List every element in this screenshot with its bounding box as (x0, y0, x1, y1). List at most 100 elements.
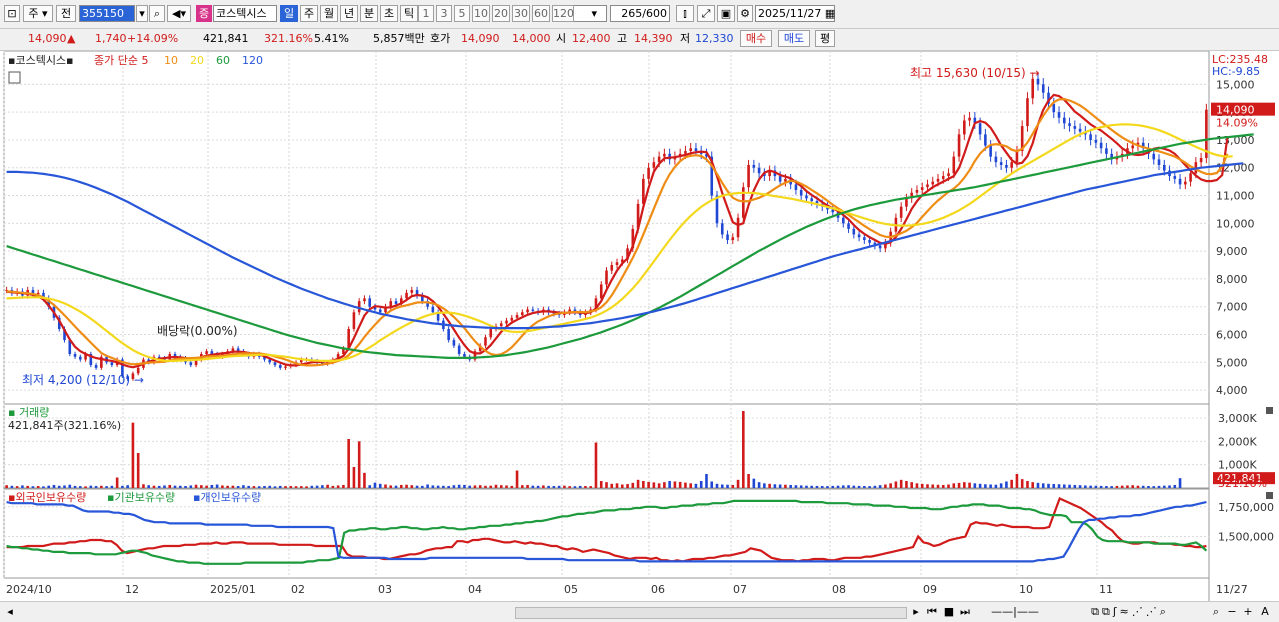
vol-bar-111 (589, 486, 593, 488)
vol-bar-188 (994, 484, 998, 488)
horizontal-scrollbar[interactable] (515, 607, 907, 619)
vol-bar-213 (1126, 485, 1129, 488)
interval-button-5[interactable]: 5 (454, 5, 470, 22)
vol-bar-113 (599, 481, 603, 488)
vol-bar-39 (210, 484, 214, 488)
vol-bar-181 (957, 482, 961, 488)
vol-bar-152 (805, 485, 808, 488)
period-tab-0[interactable]: 일 (280, 5, 298, 22)
period-tab-3[interactable]: 년 (340, 5, 358, 22)
vol-bar-84 (447, 486, 450, 488)
legend-item-3: 60 (216, 54, 230, 67)
eval-button[interactable]: 평 (815, 30, 835, 47)
stock-code-input[interactable]: 355150 (79, 5, 135, 22)
mode-select[interactable]: 주 ▾ (23, 5, 53, 22)
candle-body-94 (499, 323, 503, 327)
interval-button-3[interactable]: 3 (436, 5, 452, 22)
period-tab-4[interactable]: 분 (360, 5, 378, 22)
x-tick-6: 05 (564, 583, 578, 596)
extra-select[interactable]: ▾ (571, 5, 607, 22)
vol-bar-30 (163, 485, 166, 488)
high-value: 14,390 (634, 32, 673, 45)
save-icon[interactable]: ▣ (717, 5, 735, 22)
vol-bar-130 (689, 483, 692, 488)
panel-minimize-icon-0 (1266, 407, 1273, 414)
interval-button-120[interactable]: 120 (552, 5, 574, 22)
interval-button-20[interactable]: 20 (492, 5, 510, 22)
vol-bar-28 (152, 485, 156, 488)
vol-bar-51 (273, 486, 277, 488)
vol-bar-82 (436, 485, 440, 488)
vol-bar-192 (1015, 474, 1019, 488)
count-field[interactable]: 265/600 (610, 5, 670, 22)
vol-bar-48 (257, 486, 261, 488)
hold-legend-1: ▪기관보유수량 (107, 491, 175, 504)
legend-item-2: 20 (190, 54, 204, 67)
legend-item-0: 종가 단순 5 (94, 54, 148, 67)
vol-bar-106 (563, 485, 566, 488)
scroll-left-icon[interactable]: ◂ (4, 604, 16, 619)
vol-bar-40 (215, 484, 219, 488)
price-tick-8: 7,000 (1216, 301, 1248, 314)
sell-button[interactable]: 매도 (778, 30, 810, 47)
zoom-in-icon[interactable]: + (1242, 604, 1254, 619)
date-field[interactable]: 2025/11/27 ▦ (755, 5, 835, 22)
magnifier-icon[interactable]: ⌕ (1208, 604, 1224, 619)
candle-body-141 (747, 164, 750, 188)
vol-bar-184 (973, 483, 977, 488)
stop-icon[interactable]: ■ (942, 604, 956, 619)
vol-bar-207 (1094, 485, 1098, 488)
vol-bar-56 (300, 486, 303, 488)
tool-icons[interactable]: ⧉⧉ʃ≈⋰⋰⌕ (1055, 604, 1205, 619)
period-tab-2[interactable]: 월 (320, 5, 338, 22)
vol-bar-95 (505, 485, 508, 488)
candle-body-153 (810, 198, 814, 202)
speaker-icon[interactable]: ◀▾ (167, 5, 191, 22)
draw-icon[interactable]: ⤢ (697, 5, 715, 22)
play-icon[interactable]: ▸ (910, 604, 922, 619)
period-tab-6[interactable]: 틱 (400, 5, 418, 22)
vol-bar-186 (984, 484, 987, 488)
candle-body-194 (1026, 98, 1029, 127)
period-tab-1[interactable]: 주 (300, 5, 318, 22)
vol-bar-16 (89, 485, 93, 488)
mode2-button[interactable]: 전 (56, 5, 76, 22)
vol-bar-214 (1131, 485, 1135, 488)
vol-bar-43 (231, 485, 235, 488)
interval-button-10[interactable]: 10 (472, 5, 490, 22)
vol-tick-1: 2,000K (1218, 435, 1257, 448)
interval-button-1[interactable]: 1 (418, 5, 434, 22)
vol-bar-62 (331, 485, 335, 488)
candle-body-161 (852, 228, 856, 235)
chevron-down-icon[interactable]: ▾ (136, 5, 148, 22)
font-size-icon[interactable]: A (1258, 604, 1272, 619)
buy-button[interactable]: 매수 (740, 30, 772, 47)
x-tick-7: 06 (651, 583, 665, 596)
interval-button-60[interactable]: 60 (532, 5, 550, 22)
vol-bar-41 (221, 485, 224, 488)
zoom-out-icon[interactable]: − (1226, 604, 1238, 619)
candle-body-171 (905, 198, 908, 207)
vol-bar-199 (1052, 484, 1056, 488)
candle-icon[interactable]: ⫾ (676, 5, 694, 22)
stock-chart[interactable]: 15,00014,00013,00012,00011,00010,0009,00… (0, 51, 1279, 601)
candle-body-204 (1078, 128, 1082, 132)
period-tab-5[interactable]: 초 (380, 5, 398, 22)
grid-toggle-icon (8, 71, 21, 84)
interval-button-30[interactable]: 30 (512, 5, 530, 22)
candle-body-100 (531, 309, 535, 311)
chart-title-label: ▪코스텍시스▪ (8, 54, 74, 67)
candle-body-224 (1184, 181, 1187, 185)
vol-bar-164 (868, 486, 871, 488)
vol-bar-11 (63, 485, 66, 488)
rewind-icon[interactable]: ⏮ (925, 604, 939, 619)
search-icon[interactable]: ⌕ (149, 5, 165, 22)
zoom-slider[interactable]: ——|—— (980, 604, 1050, 619)
window-icon[interactable]: ⊡ (4, 5, 20, 22)
vol-bar-63 (336, 485, 340, 488)
gear-icon[interactable]: ⚙ (737, 5, 753, 22)
vol-bar-44 (236, 486, 240, 488)
candle-body-173 (915, 189, 919, 193)
vol-bar-46 (247, 485, 250, 488)
forward-icon[interactable]: ⏭ (958, 604, 972, 619)
